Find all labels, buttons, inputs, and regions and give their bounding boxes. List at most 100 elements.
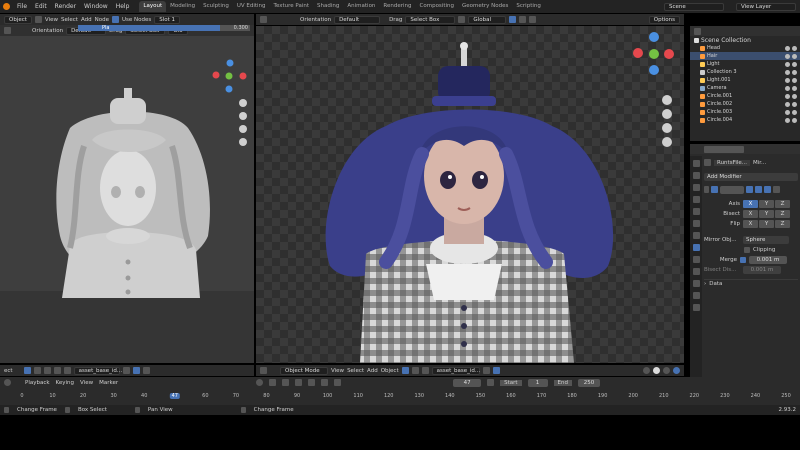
left-mode-dropdown[interactable]: Object: [4, 15, 32, 24]
left-proportional-icon[interactable]: [142, 367, 150, 374]
main-overlay-icon[interactable]: [482, 367, 490, 374]
menu-help[interactable]: Help: [112, 3, 134, 10]
main-viewport[interactable]: [256, 26, 684, 363]
data-expand-icon[interactable]: ›: [704, 281, 706, 287]
camera-icon[interactable]: [792, 77, 797, 83]
flip-x-button[interactable]: X: [743, 220, 758, 228]
camera-icon[interactable]: [792, 109, 797, 115]
camera-icon[interactable]: [792, 69, 797, 75]
outliner-item[interactable]: Light: [690, 60, 800, 68]
outliner-item[interactable]: Head: [690, 44, 800, 52]
tab-rendering[interactable]: Rendering: [379, 1, 415, 12]
main-menu-add[interactable]: Add: [367, 368, 378, 374]
menu-file[interactable]: File: [13, 3, 31, 10]
left-snap-icon[interactable]: [132, 367, 140, 374]
properties-search-icon[interactable]: [704, 145, 744, 153]
add-modifier-button[interactable]: Add Modifier: [704, 173, 798, 181]
object-mode-dropdown[interactable]: Object Mode: [280, 366, 328, 375]
tab-scene-icon[interactable]: [692, 208, 700, 215]
menu-window[interactable]: Window: [80, 3, 112, 10]
use-nodes-checkbox[interactable]: [111, 16, 119, 23]
tab-data-icon[interactable]: [692, 292, 700, 299]
menu-edit[interactable]: Edit: [31, 3, 51, 10]
main-pivot-icon[interactable]: [458, 16, 466, 23]
visibility-toggles[interactable]: [785, 61, 800, 67]
slot-dropdown[interactable]: Slot 1: [154, 15, 181, 24]
transform-icon[interactable]: [4, 27, 11, 34]
left-menu-add[interactable]: Add: [81, 17, 92, 23]
outliner-item[interactable]: Light.001: [690, 76, 800, 84]
eye-icon[interactable]: [785, 69, 790, 75]
eye-icon[interactable]: [785, 77, 790, 83]
mirror-object-field[interactable]: Sphere: [743, 236, 789, 244]
eye-icon[interactable]: [785, 85, 790, 91]
main-select-mode-icon-2[interactable]: [411, 367, 419, 374]
outliner-item[interactable]: Camera: [690, 84, 800, 92]
visibility-toggles[interactable]: [785, 53, 800, 59]
tab-uv-editing[interactable]: UV Editing: [233, 1, 270, 12]
outliner-item[interactable]: Circle.002: [690, 100, 800, 108]
main-shading-icon[interactable]: [529, 16, 537, 23]
tab-world-icon[interactable]: [692, 220, 700, 227]
select-mode-icon-3[interactable]: [43, 367, 51, 374]
shading-rendered-icon[interactable]: [673, 367, 680, 374]
flip-z-button[interactable]: Z: [775, 220, 790, 228]
left-menu-node[interactable]: Node: [95, 17, 109, 23]
transform-orientation-dropdown[interactable]: Global: [468, 15, 507, 24]
main-menu-select[interactable]: Select: [347, 368, 364, 374]
data-section-label[interactable]: Data: [709, 281, 722, 287]
axis-y-button[interactable]: Y: [759, 200, 774, 208]
camera-icon[interactable]: [792, 53, 797, 59]
merge-field[interactable]: 0.001 m: [749, 256, 787, 264]
select-mode-icon-4[interactable]: [53, 367, 61, 374]
bisect-z-button[interactable]: Z: [775, 210, 790, 218]
tab-layout[interactable]: Layout: [139, 1, 167, 12]
main-orientation-dropdown[interactable]: Default: [334, 15, 381, 24]
editor-type-icon[interactable]: [34, 16, 42, 23]
main-gizmo-icon[interactable]: [492, 367, 500, 374]
scene-selector[interactable]: Scene: [664, 2, 724, 11]
options-dropdown[interactable]: Options: [648, 15, 680, 24]
camera-icon[interactable]: [792, 117, 797, 123]
visibility-toggles[interactable]: [785, 69, 800, 75]
left-strip-value[interactable]: 0.300: [220, 25, 250, 31]
shading-solid-icon[interactable]: [653, 367, 660, 374]
camera-icon[interactable]: [792, 45, 797, 51]
tab-view-layer-icon[interactable]: [692, 196, 700, 203]
main-menu-view[interactable]: View: [331, 368, 344, 374]
visibility-toggles[interactable]: [785, 101, 800, 107]
outliner-item[interactable]: Circle.003: [690, 108, 800, 116]
main-file-dropdown[interactable]: asset_base_id...: [431, 366, 480, 375]
shading-wireframe-icon[interactable]: [643, 367, 650, 374]
tab-compositing[interactable]: Compositing: [416, 1, 458, 12]
modifier-editmode-icon[interactable]: [746, 186, 753, 193]
main-editor-type-icon[interactable]: [260, 16, 267, 23]
main-snap-icon[interactable]: [509, 16, 517, 23]
view-layer-selector[interactable]: View Layer: [736, 2, 796, 11]
camera-icon[interactable]: [792, 93, 797, 99]
left-overlay-icon[interactable]: [122, 367, 130, 374]
eye-icon[interactable]: [785, 53, 790, 59]
tab-modeling[interactable]: Modeling: [166, 1, 199, 12]
tab-sculpting[interactable]: Sculpting: [199, 1, 233, 12]
camera-icon[interactable]: [792, 61, 797, 67]
menu-render[interactable]: Render: [51, 3, 80, 10]
axis-z-button[interactable]: Z: [775, 200, 790, 208]
tab-animation[interactable]: Animation: [343, 1, 379, 12]
eye-icon[interactable]: [785, 109, 790, 115]
modifier-close-icon[interactable]: [773, 186, 780, 193]
eye-icon[interactable]: [785, 117, 790, 123]
outliner-filter-icon[interactable]: [694, 27, 701, 35]
blender-logo-icon[interactable]: [3, 3, 10, 10]
main-proportional-icon[interactable]: [519, 16, 527, 23]
bisect-distance-field[interactable]: 0.001 m: [743, 266, 781, 274]
tab-tool-icon[interactable]: [692, 160, 700, 167]
visibility-toggles[interactable]: [785, 77, 800, 83]
shading-material-icon[interactable]: [663, 367, 670, 374]
tab-output-icon[interactable]: [692, 184, 700, 191]
left-viewport[interactable]: [0, 36, 254, 363]
tab-geometry-nodes[interactable]: Geometry Nodes: [458, 1, 512, 12]
select-mode-icon[interactable]: [23, 367, 31, 374]
tab-object-icon[interactable]: [692, 232, 700, 239]
tab-physics-icon[interactable]: [692, 268, 700, 275]
